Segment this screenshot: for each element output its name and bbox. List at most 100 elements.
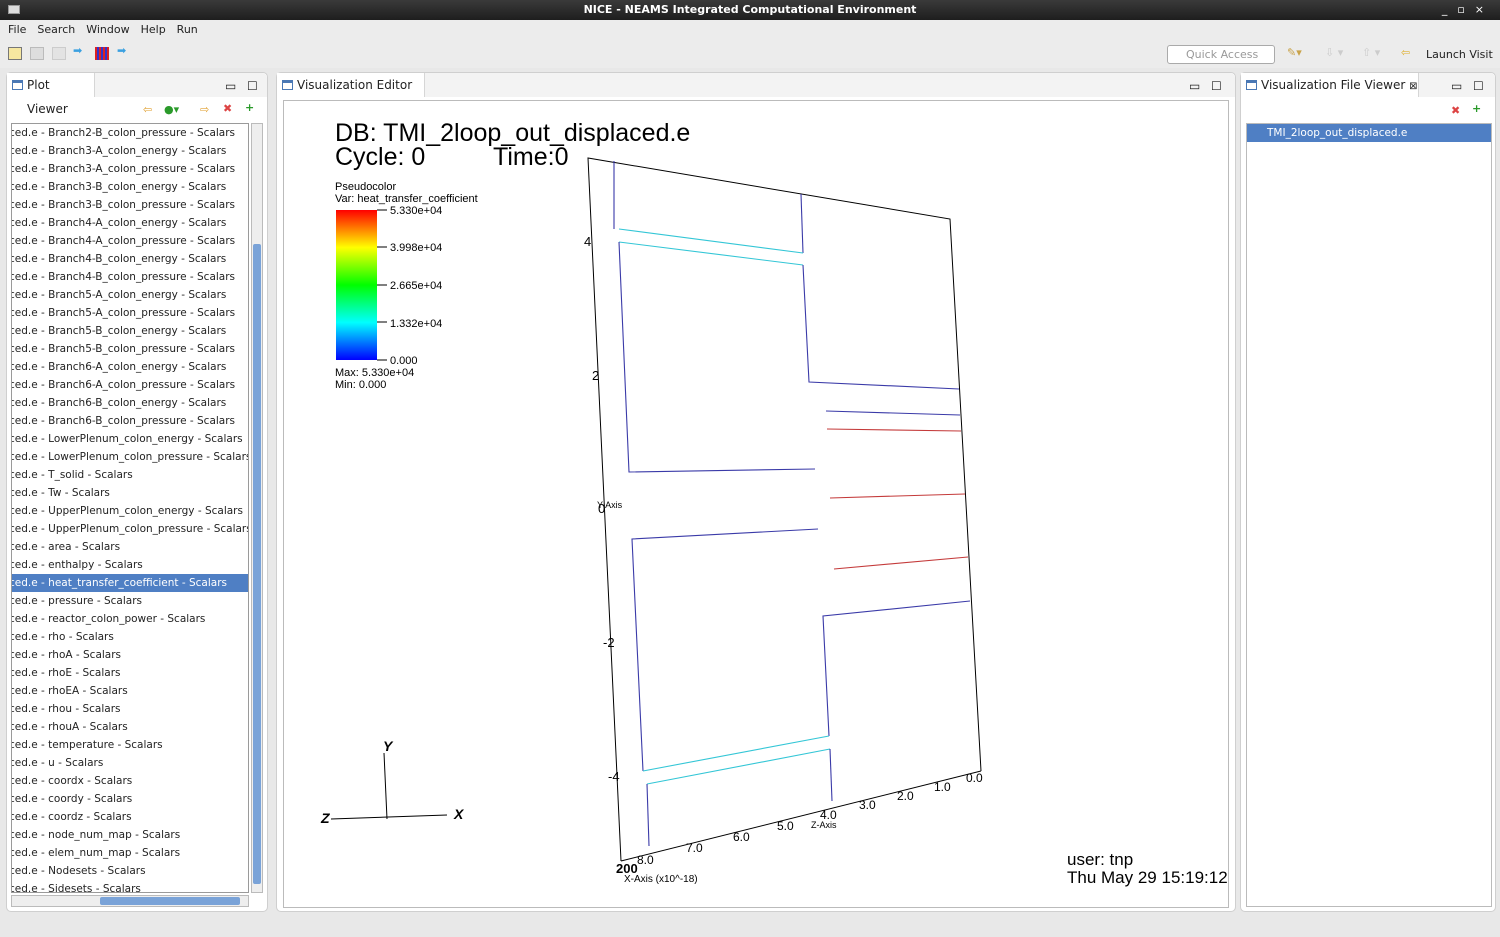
menu-search[interactable]: Search bbox=[37, 23, 75, 36]
forward-icon[interactable]: ⇨ bbox=[200, 103, 209, 116]
pen-icon[interactable]: ✎▾ bbox=[1287, 46, 1302, 59]
z-axis-label: Z-Axis bbox=[811, 820, 837, 830]
plot-list-item[interactable]: ced.e - UpperPlenum_colon_energy - Scala… bbox=[12, 502, 248, 520]
add-icon[interactable]: + bbox=[1472, 102, 1481, 115]
plot-list-item[interactable]: ced.e - enthalpy - Scalars bbox=[12, 556, 248, 574]
maximize-button[interactable]: ☐ bbox=[1211, 79, 1222, 93]
download-icon[interactable]: ⇩ ▾ bbox=[1325, 46, 1343, 59]
save-icon[interactable] bbox=[30, 47, 44, 60]
tab-plot-viewer[interactable]: Plot Viewer bbox=[7, 73, 95, 116]
plot-list-item[interactable]: ced.e - Branch3-A_colon_energy - Scalars bbox=[12, 142, 248, 160]
z-tick: 0.0 bbox=[966, 771, 983, 785]
legend-var: Var: heat_transfer_coefficient bbox=[335, 193, 478, 205]
maximize-button[interactable]: ☐ bbox=[247, 79, 258, 93]
arrow-right-icon[interactable]: ➡ bbox=[73, 44, 87, 57]
plot-list-item[interactable]: ced.e - node_num_map - Scalars bbox=[12, 826, 248, 844]
plot-list-item[interactable]: ced.e - rhoEA - Scalars bbox=[12, 682, 248, 700]
menu-run[interactable]: Run bbox=[177, 23, 198, 36]
minimize-button[interactable]: ▭ bbox=[1451, 79, 1462, 93]
plot-list-item[interactable]: ced.e - Branch6-A_colon_pressure - Scala… bbox=[12, 376, 248, 394]
y-axis-label: Y-Axis bbox=[597, 500, 623, 510]
back-icon[interactable]: ⇦ bbox=[143, 103, 152, 116]
plot-list-item[interactable]: ced.e - reactor_colon_power - Scalars bbox=[12, 610, 248, 628]
z-tick: 7.0 bbox=[686, 841, 703, 855]
horizontal-scrollbar[interactable] bbox=[11, 895, 249, 907]
time-label: Time:0 bbox=[493, 143, 568, 171]
plot-list-item[interactable]: ced.e - LowerPlenum_colon_energy - Scala… bbox=[12, 430, 248, 448]
plot-list-item[interactable]: ced.e - Branch5-B_colon_energy - Scalars bbox=[12, 322, 248, 340]
upload-icon[interactable]: ⇧ ▾ bbox=[1362, 46, 1380, 59]
plot-list-item[interactable]: ced.e - coordz - Scalars bbox=[12, 808, 248, 826]
plot-list-item[interactable]: ced.e - Branch5-A_colon_pressure - Scala… bbox=[12, 304, 248, 322]
maximize-button[interactable]: ☐ bbox=[1473, 79, 1484, 93]
delete-icon[interactable]: ✖ bbox=[223, 102, 232, 115]
window-controls[interactable]: _▫× bbox=[1442, 0, 1494, 20]
legend-tick: 1.332e+04 bbox=[390, 318, 442, 330]
tab-visualization-file-viewer[interactable]: Visualization File Viewer ⊠ bbox=[1241, 73, 1419, 97]
plot-list-item[interactable]: ced.e - area - Scalars bbox=[12, 538, 248, 556]
z-tick: 2.0 bbox=[897, 789, 914, 803]
plot-list-item[interactable]: ced.e - T_solid - Scalars bbox=[12, 466, 248, 484]
minimize-button[interactable]: ▭ bbox=[1189, 79, 1200, 93]
plot-list-item[interactable]: ced.e - Branch6-B_colon_pressure - Scala… bbox=[12, 412, 248, 430]
plot-list-item[interactable]: ced.e - rhoE - Scalars bbox=[12, 664, 248, 682]
plot-list-item[interactable]: ced.e - elem_num_map - Scalars bbox=[12, 844, 248, 862]
z-tick: 5.0 bbox=[777, 819, 794, 833]
menu-window[interactable]: Window bbox=[86, 23, 129, 36]
plot-list-item[interactable]: ced.e - coordy - Scalars bbox=[12, 790, 248, 808]
plot-list-item[interactable]: ced.e - Branch4-A_colon_pressure - Scala… bbox=[12, 232, 248, 250]
close-icon[interactable]: ⊠ bbox=[1409, 81, 1417, 92]
plot-list-item[interactable]: ced.e - Branch3-A_colon_pressure - Scala… bbox=[12, 160, 248, 178]
delete-icon[interactable]: ✖ bbox=[1451, 104, 1460, 117]
scrollbar-thumb[interactable] bbox=[253, 244, 261, 884]
tab-label: Visualization Editor bbox=[297, 78, 413, 92]
plot-list-item[interactable]: ced.e - u - Scalars bbox=[12, 754, 248, 772]
scrollbar-thumb[interactable] bbox=[100, 897, 240, 905]
quick-access-input[interactable]: Quick Access bbox=[1167, 45, 1275, 64]
plot-list-item[interactable]: ced.e - Branch3-B_colon_energy - Scalars bbox=[12, 178, 248, 196]
vertical-scrollbar[interactable] bbox=[251, 123, 263, 893]
plot-list-item[interactable]: ced.e - Tw - Scalars bbox=[12, 484, 248, 502]
triad-y-label: Y bbox=[383, 738, 394, 754]
add-icon[interactable]: + bbox=[245, 101, 254, 114]
plot-list-item[interactable]: ced.e - rhoA - Scalars bbox=[12, 646, 248, 664]
plot-list-item[interactable]: ced.e - Branch5-B_colon_pressure - Scala… bbox=[12, 340, 248, 358]
plot-list-item[interactable]: ced.e - coordx - Scalars bbox=[12, 772, 248, 790]
legend-tick: 5.330e+04 bbox=[390, 205, 442, 217]
plot-list-item[interactable]: ced.e - Branch4-B_colon_energy - Scalars bbox=[12, 250, 248, 268]
tab-visualization-editor[interactable]: Visualization Editor ⊠ bbox=[277, 73, 425, 116]
menu-help[interactable]: Help bbox=[141, 23, 166, 36]
plot-list-item[interactable]: ced.e - pressure - Scalars bbox=[12, 592, 248, 610]
minimize-button[interactable]: ▭ bbox=[225, 79, 236, 93]
plot-list-item[interactable]: ced.e - rhou - Scalars bbox=[12, 700, 248, 718]
plot-list-item[interactable]: ced.e - Nodesets - Scalars bbox=[12, 862, 248, 880]
plot-list-item[interactable]: ced.e - Branch4-B_colon_pressure - Scala… bbox=[12, 268, 248, 286]
plot-list-item[interactable]: ced.e - temperature - Scalars bbox=[12, 736, 248, 754]
plot-list-item[interactable]: ced.e - Branch2-B_colon_pressure - Scala… bbox=[12, 124, 248, 142]
plot-list-item[interactable]: ced.e - rhouA - Scalars bbox=[12, 718, 248, 736]
axis-triad bbox=[330, 752, 448, 820]
plot-list-item[interactable]: ced.e - Branch4-A_colon_energy - Scalars bbox=[12, 214, 248, 232]
file-item[interactable]: TMI_2loop_out_displaced.e bbox=[1247, 124, 1491, 142]
save-all-icon[interactable] bbox=[52, 47, 66, 60]
plot-list-item[interactable]: ced.e - UpperPlenum_colon_pressure - Sca… bbox=[12, 520, 248, 538]
new-icon[interactable] bbox=[8, 47, 22, 60]
plot-list: ced.e - Branch2-B_colon_pressure - Scala… bbox=[11, 123, 249, 893]
plot-list-item[interactable]: ced.e - Branch3-B_colon_pressure - Scala… bbox=[12, 196, 248, 214]
z-tick: 1.0 bbox=[934, 780, 951, 794]
plot-list-item[interactable]: ced.e - Branch6-B_colon_energy - Scalars bbox=[12, 394, 248, 412]
plot-list-item[interactable]: ced.e - heat_transfer_coefficient - Scal… bbox=[12, 574, 248, 592]
play-icon[interactable]: ●▾ bbox=[164, 103, 179, 116]
plot-list-item[interactable]: ced.e - Branch6-A_colon_energy - Scalars bbox=[12, 358, 248, 376]
plot-list-item[interactable]: ced.e - Sidesets - Scalars bbox=[12, 880, 248, 892]
grid-icon[interactable] bbox=[95, 47, 109, 60]
menu-file[interactable]: File bbox=[8, 23, 26, 36]
mesh-lines bbox=[613, 161, 971, 847]
plot-list-item[interactable]: ced.e - Branch5-A_colon_energy - Scalars bbox=[12, 286, 248, 304]
plot-list-item[interactable]: ced.e - LowerPlenum_colon_pressure - Sca… bbox=[12, 448, 248, 466]
launch-visit-button[interactable]: Launch Visit bbox=[1426, 48, 1493, 61]
visit-canvas[interactable]: DB: TMI_2loop_out_displaced.e Cycle: 0 T… bbox=[283, 100, 1229, 908]
plot-list-item[interactable]: ced.e - rho - Scalars bbox=[12, 628, 248, 646]
launch-visit-icon[interactable]: ⇦ bbox=[1401, 46, 1410, 59]
arrow-right-icon[interactable]: ➡ bbox=[117, 44, 131, 57]
